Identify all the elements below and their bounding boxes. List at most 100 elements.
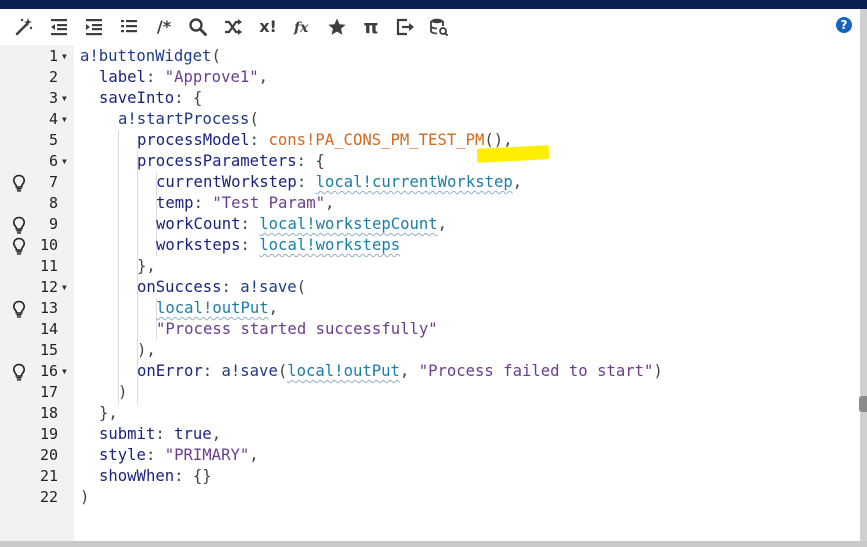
function-name: a!startProcess (118, 110, 250, 128)
code-line-13[interactable]: local!outPut, (156, 298, 278, 319)
line-number: 14 (39, 320, 58, 338)
line-number: 18 (39, 404, 58, 422)
code-line-15[interactable]: ), (137, 340, 156, 361)
lightbulb-icon[interactable] (12, 298, 26, 319)
punctuation: { (192, 89, 203, 107)
punctuation: ) (80, 488, 90, 506)
code-line-20[interactable]: style: "PRIMARY", (99, 445, 259, 466)
punctuation: }, (99, 404, 118, 422)
code-line-16[interactable]: onError: a!save(local!outPut, "Process f… (137, 361, 663, 382)
boolean-literal: true (174, 425, 212, 443)
punctuation: ( (296, 278, 307, 296)
code-line-12[interactable]: onSuccess: a!save( (137, 277, 306, 298)
line-number: 2 (48, 68, 58, 86)
local-variable: local!workstepCount (259, 215, 438, 233)
lightbulb-icon[interactable] (12, 235, 26, 256)
variables-icon[interactable]: x! (256, 15, 280, 39)
punctuation: , (268, 299, 279, 317)
line-number: 19 (39, 425, 58, 443)
code-line-11[interactable]: }, (137, 256, 156, 277)
code-line-22[interactable]: ) (80, 487, 89, 508)
line-number: 20 (39, 446, 58, 464)
punctuation: , (437, 215, 448, 233)
shuffle-icon[interactable] (221, 15, 245, 39)
code-line-3[interactable]: saveInto: { (99, 88, 202, 109)
parameter-key: worksteps (156, 236, 241, 254)
line-number: 16 (39, 362, 58, 380)
comment-icon[interactable]: /* (152, 15, 176, 39)
punctuation: }, (137, 257, 156, 275)
punctuation: : (221, 278, 241, 296)
line-number: 21 (39, 467, 58, 485)
fold-toggle-icon[interactable]: ▼ (62, 88, 67, 109)
code-line-18[interactable]: }, (99, 403, 118, 424)
code-line-21[interactable]: showWhen: {} (99, 466, 212, 487)
code-line-14[interactable]: "Process started successfully" (156, 319, 438, 340)
database-icon[interactable] (427, 15, 451, 39)
line-number: 13 (39, 299, 58, 317)
lightbulb-icon[interactable] (12, 214, 26, 235)
punctuation: ) (653, 362, 663, 380)
code-line-6[interactable]: processParameters: { (137, 151, 325, 172)
help-icon[interactable]: ? (836, 17, 852, 33)
string-literal: "PRIMARY" (164, 446, 250, 464)
parameter-key: label (99, 68, 146, 86)
function-name: a!save (240, 278, 297, 296)
punctuation: : (249, 131, 269, 149)
editor-toolbar: /* x! fx π ? (0, 9, 867, 45)
string-literal: "Approve1" (164, 68, 259, 86)
punctuation: { (315, 152, 325, 170)
scrollbar-track[interactable] (860, 9, 867, 547)
list-format-icon[interactable] (117, 15, 141, 39)
line-number: 15 (39, 341, 58, 359)
local-variable: local!outPut (287, 362, 400, 380)
punctuation: , (512, 173, 523, 191)
punctuation: : (296, 173, 316, 191)
parameter-key: processModel (137, 131, 250, 149)
punctuation: : (296, 152, 316, 170)
magic-wand-icon[interactable] (12, 15, 36, 39)
fold-toggle-icon[interactable]: ▼ (62, 151, 67, 172)
fold-toggle-icon[interactable]: ▼ (62, 46, 67, 67)
parameter-key: style (99, 446, 146, 464)
punctuation: : (240, 236, 260, 254)
string-literal: "Process started successfully" (156, 320, 438, 338)
search-icon[interactable] (186, 15, 210, 39)
indent-icon[interactable] (82, 15, 106, 39)
punctuation: : (174, 89, 193, 107)
lightbulb-icon[interactable] (12, 361, 26, 382)
svg-text:fx: fx (293, 20, 309, 36)
code-line-8[interactable]: temp: "Test Param", (156, 193, 334, 214)
parameter-key: showWhen (99, 467, 175, 485)
punctuation: : (193, 194, 213, 212)
code-line-7[interactable]: currentWorkstep: local!currentWorkstep, (156, 172, 522, 193)
code-line-9[interactable]: workCount: local!workstepCount, (156, 214, 447, 235)
line-number: 1 (48, 47, 58, 65)
outdent-icon[interactable] (47, 15, 71, 39)
fold-toggle-icon[interactable]: ▼ (62, 277, 67, 298)
constant-reference: cons!PA_CONS_PM_TEST_PM (268, 131, 485, 149)
code-line-10[interactable]: worksteps: local!worksteps (156, 235, 400, 256)
code-line-17[interactable]: ) (118, 382, 127, 403)
fold-toggle-icon[interactable]: ▼ (62, 361, 67, 382)
bottom-border (0, 541, 867, 547)
star-icon[interactable] (325, 15, 349, 39)
punctuation: : (155, 425, 175, 443)
panel-resize-handle[interactable] (859, 396, 867, 412)
lightbulb-icon[interactable] (12, 172, 26, 193)
code-line-5[interactable]: processModel: cons!PA_CONS_PM_TEST_PM(), (137, 130, 513, 151)
fold-toggle-icon[interactable]: ▼ (62, 109, 67, 130)
code-line-4[interactable]: a!startProcess( (118, 109, 259, 130)
punctuation: , (325, 194, 335, 212)
punctuation: {} (192, 467, 212, 485)
pi-icon[interactable]: π (359, 15, 383, 39)
code-line-1[interactable]: a!buttonWidget( (80, 46, 221, 67)
export-icon[interactable] (393, 15, 417, 39)
string-literal: "Test Param" (212, 194, 326, 212)
punctuation: : (174, 467, 193, 485)
parameter-key: temp (156, 194, 194, 212)
function-icon[interactable]: fx (291, 15, 315, 39)
top-bar (0, 0, 867, 9)
code-line-2[interactable]: label: "Approve1", (99, 67, 268, 88)
code-line-19[interactable]: submit: true, (99, 424, 221, 445)
